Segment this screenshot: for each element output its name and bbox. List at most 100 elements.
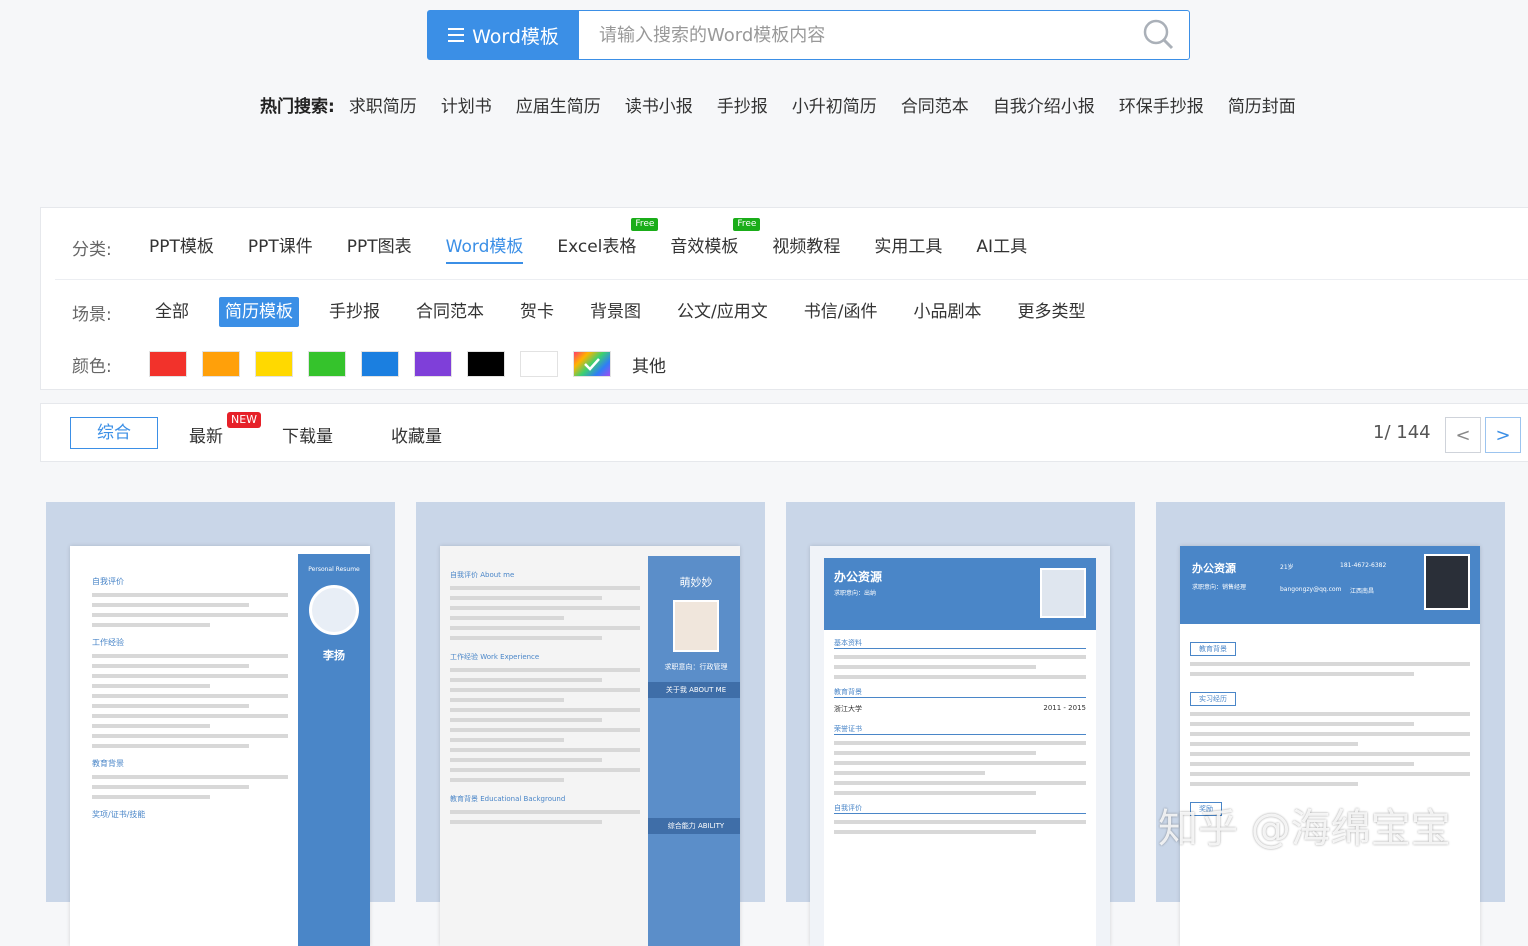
sort-favorites[interactable]: 收藏量 — [391, 422, 442, 447]
category-video[interactable]: 视频教程 — [772, 230, 840, 264]
section-title: 基本资料 — [834, 638, 1086, 649]
hot-search-link[interactable]: 小升初简历 — [792, 92, 877, 117]
hot-search-link[interactable]: 合同范本 — [901, 92, 969, 117]
free-badge: Free — [631, 218, 659, 231]
color-swatch-blue[interactable] — [361, 351, 399, 377]
category-excel[interactable]: Excel表格 Free — [557, 218, 659, 264]
resume-header: Personal Resume — [308, 566, 360, 573]
resume-name: 李扬 — [323, 649, 345, 662]
color-swatch-black[interactable] — [467, 351, 505, 377]
next-page-button[interactable]: > — [1485, 417, 1521, 453]
school-name: 浙江大学 — [834, 705, 862, 713]
category-ppt-chart[interactable]: PPT图表 — [347, 230, 412, 264]
hot-search-title: 热门搜索: — [260, 97, 335, 117]
hot-search-link[interactable]: 计划书 — [441, 92, 492, 117]
search-input[interactable] — [579, 11, 1129, 59]
category-word-template[interactable]: Word模板 — [445, 230, 524, 264]
scene-letter[interactable]: 书信/函件 — [798, 297, 884, 327]
search-bar: Word模板 — [427, 10, 1190, 60]
category-ppt-template[interactable]: PPT模板 — [149, 230, 214, 264]
avatar — [1040, 568, 1086, 618]
scene-document[interactable]: 公文/应用文 — [671, 297, 774, 327]
section-title: 工作经验 Work Experience — [450, 653, 540, 661]
template-card[interactable]: 自我评价 About me 工作经验 Work Experience 教育背景 … — [416, 502, 765, 946]
resume-phone: 181-4672-6382 — [1340, 562, 1387, 569]
section-title: 荣誉证书 — [834, 724, 1086, 735]
color-swatch-orange[interactable] — [202, 351, 240, 377]
search-category-label: Word模板 — [472, 25, 559, 48]
color-other[interactable]: 其他 — [632, 352, 666, 377]
avatar — [1424, 554, 1470, 610]
watermark: 知乎 @海绵宝宝 — [1158, 806, 1451, 852]
search-category-button[interactable]: Word模板 — [428, 11, 579, 59]
resume-preview: 自我评价 工作经验 教育背景 奖项/证书/技能 Personal Resume … — [70, 546, 370, 946]
hot-search-link[interactable]: 求职简历 — [349, 92, 417, 117]
check-icon — [584, 358, 600, 371]
resume-header: 关于我 ABOUT ME — [648, 682, 740, 698]
sort-overall[interactable]: 综合 — [70, 417, 158, 449]
hot-search-link[interactable]: 读书小报 — [625, 92, 693, 117]
section-title: 教育背景 — [834, 687, 1086, 698]
resume-place: 江西南昌 — [1350, 588, 1375, 595]
hot-search: 热门搜索: 求职简历 计划书 应届生简历 读书小报 手抄报 小升初简历 合同范本… — [260, 92, 1320, 117]
resume-preview: 办公资源 求职意向：销售经理 21岁 181-4672-6382 bangong… — [1180, 546, 1480, 946]
free-badge: Free — [733, 218, 761, 231]
category-audio[interactable]: 音效模板 Free — [670, 218, 761, 264]
hot-search-link[interactable]: 应届生简历 — [516, 92, 601, 117]
section-title: 自我评价 — [834, 803, 1086, 814]
menu-icon — [448, 28, 465, 42]
prev-page-button[interactable]: < — [1445, 417, 1481, 453]
section-title: 教育背景 Educational Background — [450, 795, 566, 803]
search-icon[interactable] — [1129, 11, 1189, 59]
color-row: 颜色: 其他 — [41, 348, 666, 380]
hot-search-link[interactable]: 自我介绍小报 — [993, 92, 1095, 117]
new-badge: NEW — [227, 412, 262, 428]
sort-newest[interactable]: 最新 — [189, 422, 223, 447]
section-title: 工作经验 — [92, 638, 124, 647]
template-card[interactable]: 自我评价 工作经验 教育背景 奖项/证书/技能 Personal Resume … — [46, 502, 395, 946]
section-title: 奖项/证书/技能 — [92, 810, 146, 819]
school-years: 2011 - 2015 — [1043, 704, 1086, 712]
filter-panel: 分类: PPT模板 PPT课件 PPT图表 Word模板 Excel表格 Free… — [40, 207, 1528, 390]
section-title: 自我评价 About me — [450, 571, 515, 579]
color-label: 颜色: — [72, 356, 112, 377]
hot-search-link[interactable]: 手抄报 — [717, 92, 768, 117]
color-swatch-white[interactable] — [520, 351, 558, 377]
category-audio-label: 音效模板 — [670, 237, 739, 257]
category-row: 分类: PPT模板 PPT课件 PPT图表 Word模板 Excel表格 Free… — [41, 218, 1061, 264]
section-title: 实习经历 — [1190, 692, 1236, 706]
category-excel-label: Excel表格 — [557, 237, 637, 257]
resume-name: 萌妙妙 — [679, 576, 713, 589]
category-ppt-courseware[interactable]: PPT课件 — [248, 230, 313, 264]
color-swatch-red[interactable] — [149, 351, 187, 377]
color-swatch-purple[interactable] — [414, 351, 452, 377]
resume-preview: 自我评价 About me 工作经验 Work Experience 教育背景 … — [440, 546, 740, 946]
resume-side-text: 求职意向：行政管理 — [664, 663, 728, 671]
color-swatch-green[interactable] — [308, 351, 346, 377]
avatar — [673, 600, 719, 652]
scene-label: 场景: — [72, 304, 112, 325]
avatar — [309, 585, 359, 635]
resume-email: bangongzy@qq.com — [1280, 586, 1342, 593]
color-swatch-gradient[interactable] — [573, 351, 611, 377]
sort-downloads[interactable]: 下载量 — [282, 422, 333, 447]
hot-search-link[interactable]: 环保手抄报 — [1119, 92, 1204, 117]
scene-resume[interactable]: 简历模板 — [219, 297, 299, 327]
scene-contract[interactable]: 合同范本 — [410, 297, 490, 327]
template-card[interactable]: 办公资源 求职意向：出纳 基本资料 教育背景 浙江大学 2011 - 2015 荣… — [786, 502, 1135, 946]
scene-background[interactable]: 背景图 — [584, 297, 647, 327]
scene-handwritten[interactable]: 手抄报 — [323, 297, 386, 327]
section-title: 教育背景 — [92, 759, 124, 768]
color-swatch-yellow[interactable] — [255, 351, 293, 377]
sort-bar: 综合 最新 NEW 下载量 收藏量 1/ 144 < > — [40, 403, 1528, 462]
scene-all[interactable]: 全部 — [149, 297, 195, 327]
hot-search-link[interactable]: 简历封面 — [1228, 92, 1296, 117]
scene-card[interactable]: 贺卡 — [514, 297, 560, 327]
scene-more[interactable]: 更多类型 — [1011, 297, 1091, 327]
section-title: 自我评价 — [92, 577, 124, 586]
scene-script[interactable]: 小品剧本 — [907, 297, 987, 327]
category-ai-tools[interactable]: AI工具 — [976, 230, 1027, 264]
resume-ability: 综合能力 ABILITY — [648, 818, 740, 834]
category-tools[interactable]: 实用工具 — [874, 230, 942, 264]
page-indicator: 1/ 144 — [1373, 422, 1431, 443]
